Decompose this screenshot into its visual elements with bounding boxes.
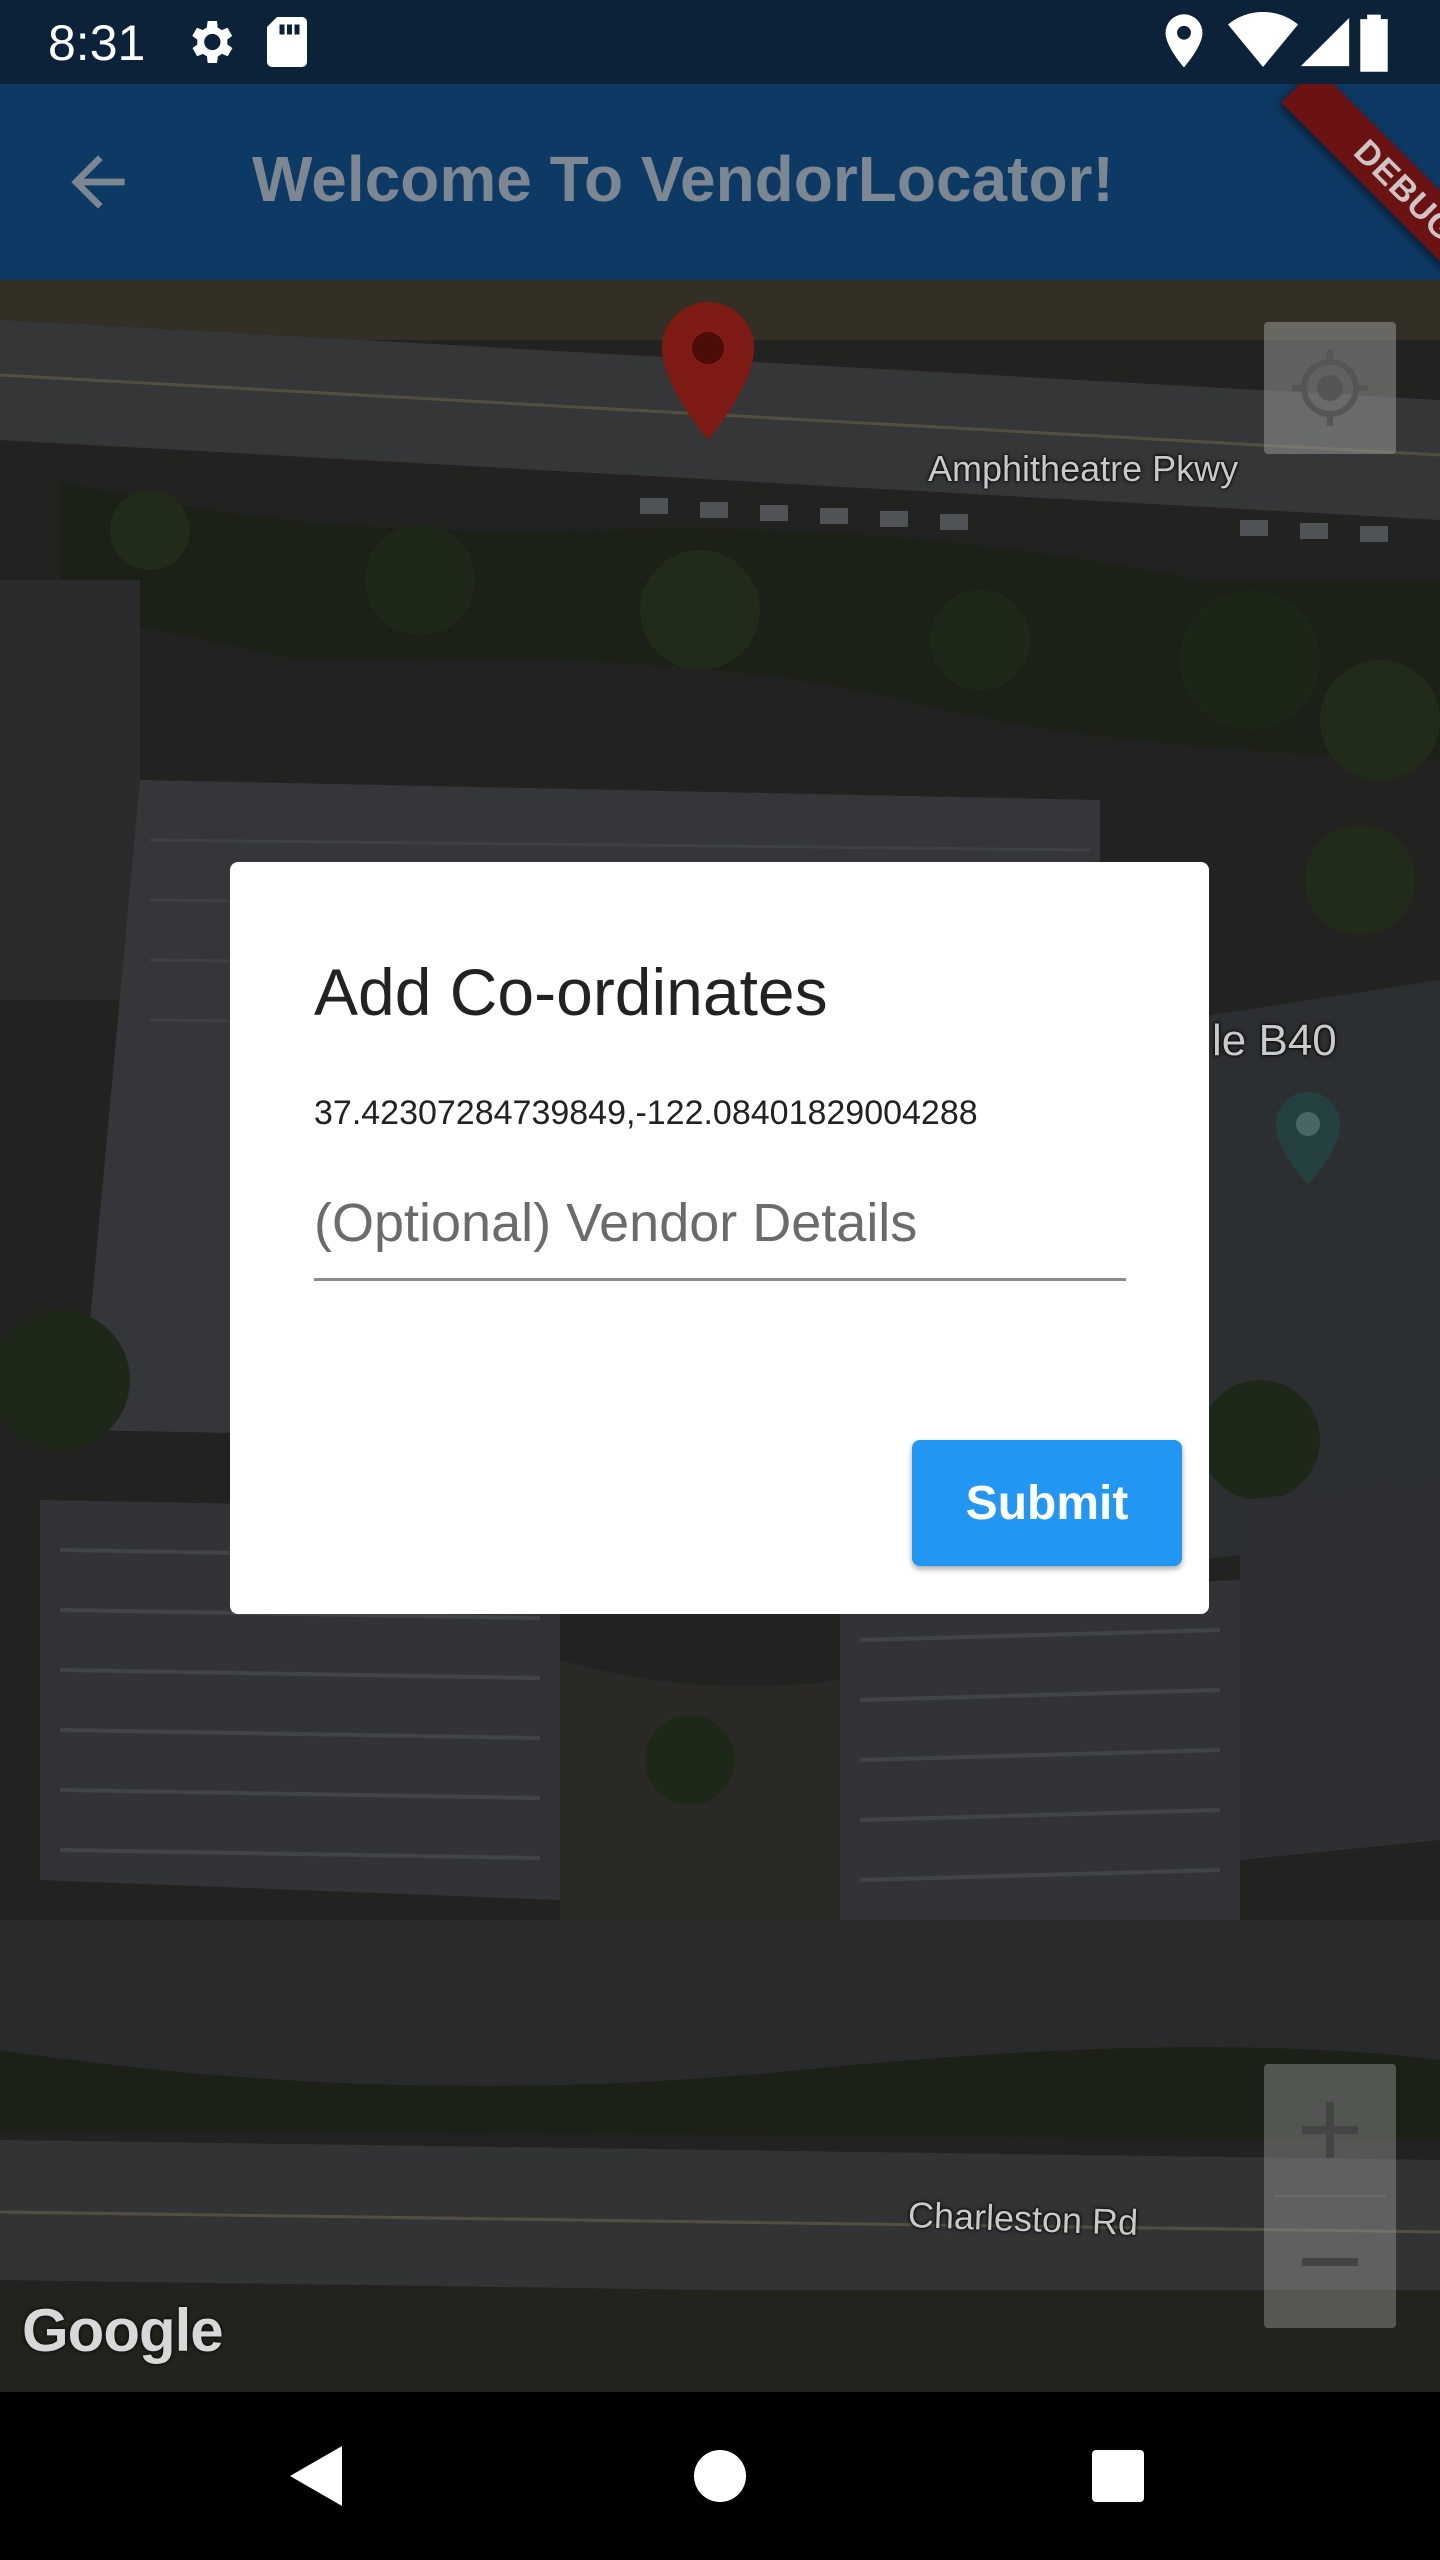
plus-icon — [1302, 2102, 1358, 2158]
submit-button[interactable]: Submit — [912, 1440, 1182, 1566]
debug-banner: DEBUG — [1281, 84, 1440, 280]
back-button[interactable] — [58, 142, 138, 222]
app-title: Welcome To VendorLocator! — [252, 143, 1114, 215]
coordinates-text: 37.42307284739849,-122.08401829004288 — [314, 1094, 978, 1132]
dialog-title: Add Co-ordinates — [314, 955, 828, 1029]
status-bar: 8:31 — [0, 0, 1440, 84]
location-icon — [1160, 12, 1208, 77]
minus-icon — [1302, 2258, 1358, 2266]
gear-icon — [182, 12, 238, 77]
zoom-in-button[interactable] — [1264, 2064, 1396, 2196]
nav-recents-button[interactable] — [1076, 2434, 1160, 2518]
street-label-amphitheatre: Amphitheatre Pkwy — [928, 448, 1239, 489]
google-logo: Google — [22, 2297, 224, 2364]
add-coordinates-dialog: Add Co-ordinates 37.42307284739849,-122.… — [230, 862, 1209, 1614]
home-circle-icon — [694, 2450, 746, 2502]
back-triangle-icon — [290, 2446, 342, 2506]
location-pin-icon[interactable] — [660, 300, 756, 442]
status-time: 8:31 — [48, 15, 146, 71]
street-label-charleston: Charleston Rd — [907, 2193, 1139, 2244]
nav-back-button[interactable] — [276, 2434, 360, 2518]
my-location-button[interactable] — [1264, 322, 1396, 454]
wifi-icon — [1228, 11, 1298, 77]
arrow-back-icon — [71, 155, 125, 209]
system-nav-bar — [0, 2392, 1440, 2560]
recents-square-icon — [1092, 2450, 1144, 2502]
zoom-out-button[interactable] — [1264, 2196, 1396, 2328]
zoom-controls — [1264, 2064, 1396, 2328]
vendor-details-input[interactable] — [314, 1180, 1126, 1281]
sd-card-icon — [262, 12, 312, 77]
battery-icon — [1358, 12, 1390, 77]
nav-home-button[interactable] — [678, 2434, 762, 2518]
my-location-icon — [1292, 350, 1368, 426]
app-bar: Welcome To VendorLocator! DEBUG — [0, 84, 1440, 280]
signal-icon — [1296, 12, 1354, 77]
building-label: le B40 — [1212, 1016, 1337, 1065]
